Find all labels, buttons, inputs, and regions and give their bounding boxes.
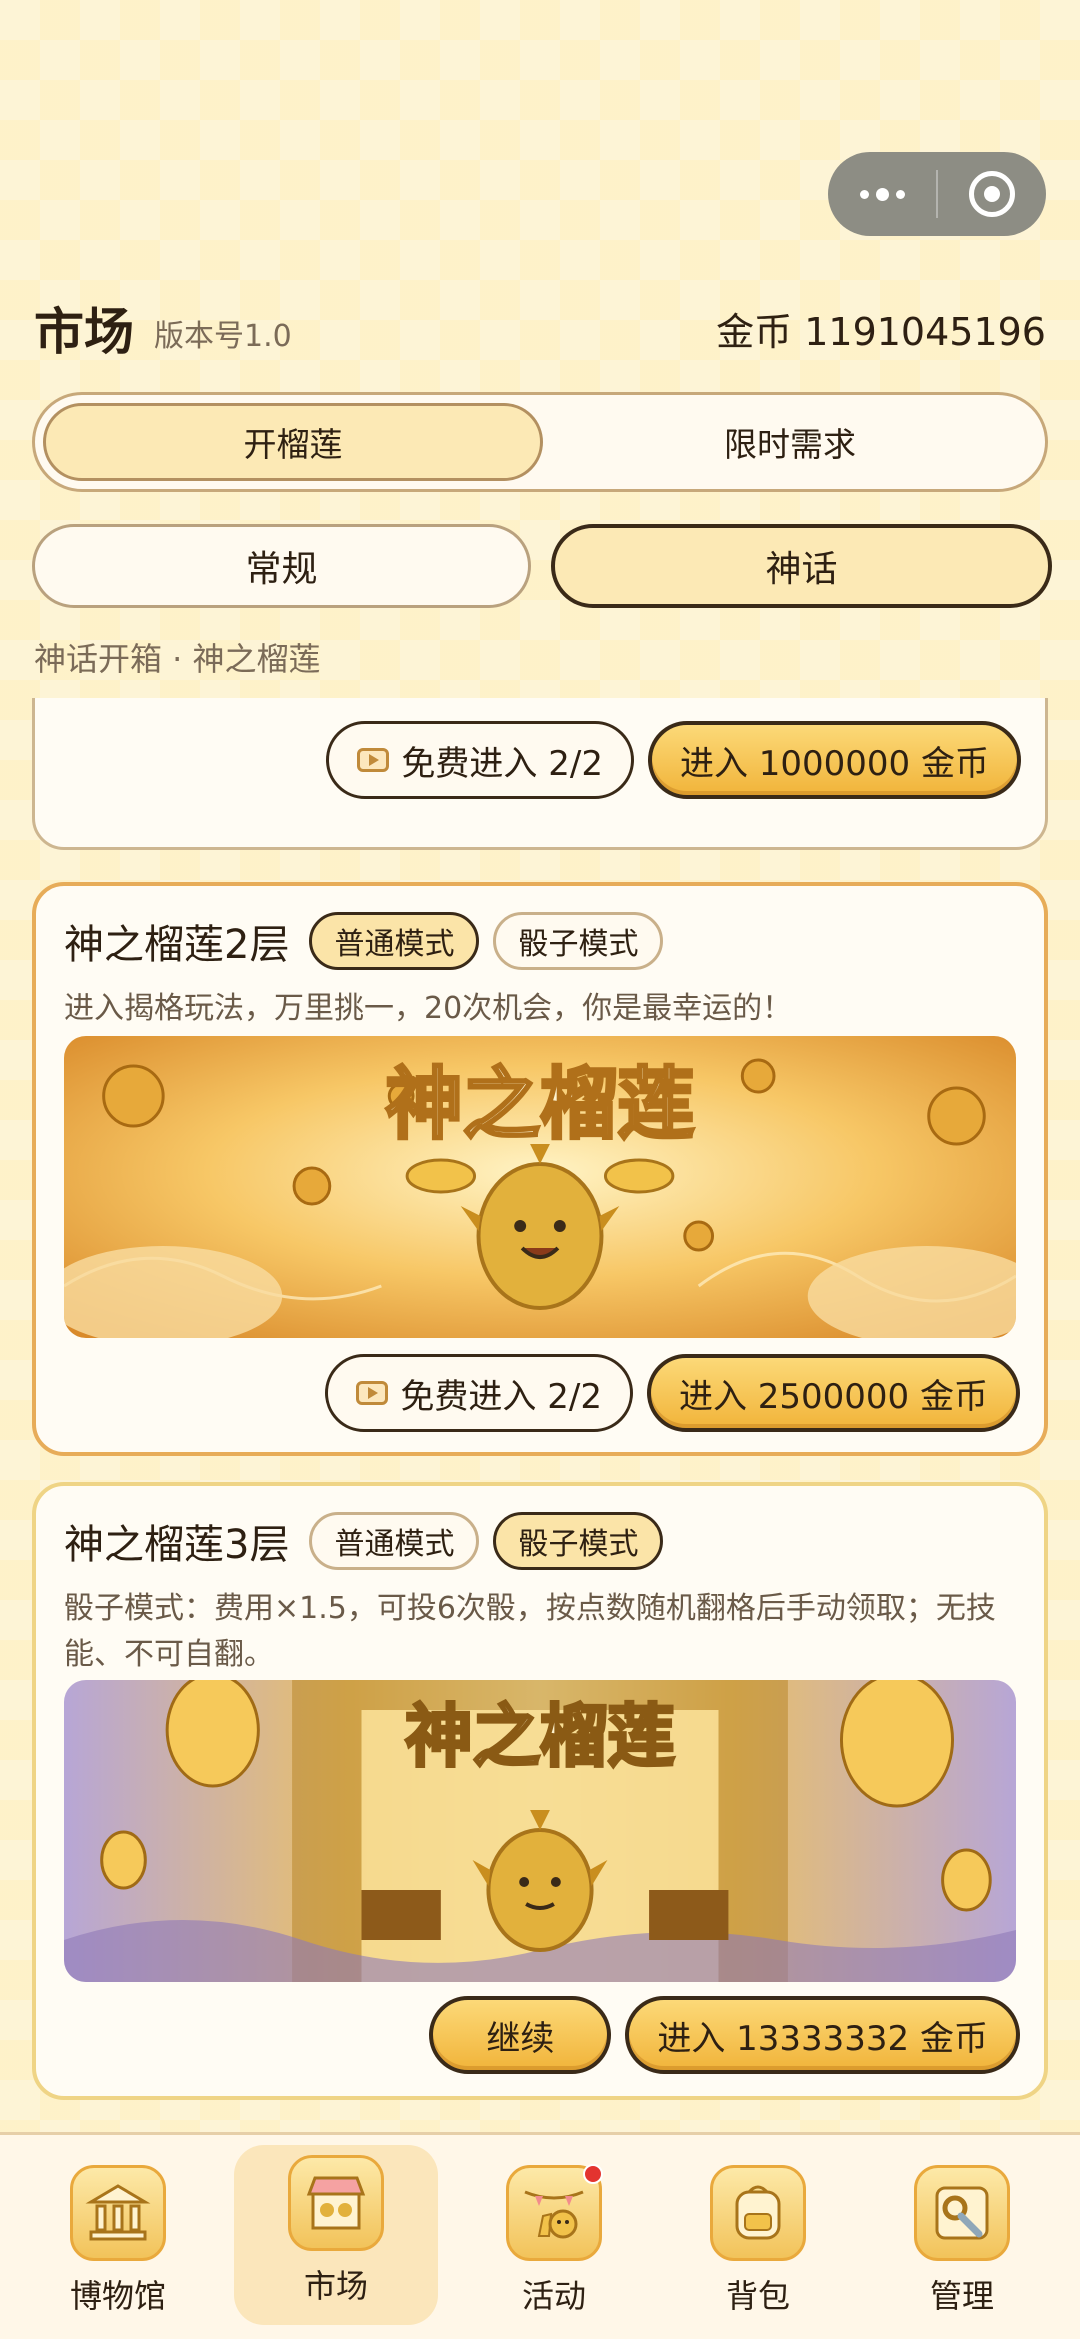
version-label: 版本号1.0 xyxy=(154,319,292,354)
banner-title: 神之榴莲 xyxy=(385,1062,694,1148)
card-banner-image: 神之榴莲 xyxy=(64,1680,1016,1982)
banner-title: 神之榴莲 xyxy=(405,1700,675,1775)
free-enter-button[interactable]: 免费进入 2/2 xyxy=(326,721,634,799)
nav-item-manage[interactable]: 管理 xyxy=(860,2145,1064,2339)
coin-balance: 金币 1191045196 xyxy=(716,309,1046,354)
dice-mode-chip[interactable]: 骰子模式 xyxy=(493,1512,664,1570)
card-title-row: 神之榴莲3层 普通模式 骰子模式 xyxy=(64,1512,664,1570)
nav-label: 活动 xyxy=(521,2277,586,2315)
video-play-icon xyxy=(356,1381,389,1405)
main-tab-bar: 开榴莲 限时需求 xyxy=(32,392,1048,492)
card-description: 骰子模式：费用×1.5，可投6次骰，按点数随机翻格后手动领取；无技能、不可自翻。 xyxy=(64,1591,996,1672)
sub-tab-bar: 常规 神话 xyxy=(32,524,1052,608)
card-title: 神之榴莲2层 xyxy=(64,922,290,968)
free-enter-label: 免费进入 2/2 xyxy=(401,743,603,784)
video-play-icon xyxy=(357,748,390,772)
enter-with-coins-button[interactable]: 进入 2500000 金币 xyxy=(646,1354,1020,1432)
settings-icon xyxy=(914,2165,1010,2261)
card-title: 神之榴莲3层 xyxy=(64,1522,290,1568)
tab-regular[interactable]: 常规 xyxy=(32,524,531,608)
normal-mode-chip[interactable]: 普通模式 xyxy=(309,912,480,970)
card-banner-image: 神之榴莲 xyxy=(64,1036,1016,1338)
continue-button[interactable]: 继续 xyxy=(429,1996,612,2074)
durian-card-3: 神之榴莲3层 普通模式 骰子模式 骰子模式：费用×1.5，可投6次骰，按点数随机… xyxy=(32,1482,1048,2100)
nav-label: 市场 xyxy=(303,2267,368,2305)
card-actions: 继续 进入 13333332 金币 xyxy=(429,1996,1020,2074)
nav-item-event[interactable]: 活动 xyxy=(452,2145,656,2339)
card-actions: 免费进入 2/2 进入 1000000 金币 xyxy=(326,721,1021,799)
page-title: 市场 xyxy=(34,303,134,361)
backpack-icon xyxy=(710,2165,806,2261)
bottom-nav: 博物馆 市场 活动 背包 管理 xyxy=(0,2132,1080,2339)
normal-mode-chip[interactable]: 普通模式 xyxy=(309,1512,480,1570)
durian-card-2: 神之榴莲2层 普通模式 骰子模式 进入揭格玩法，万里挑一，20次机会，你是最幸运… xyxy=(32,882,1048,1456)
close-miniprogram-icon[interactable] xyxy=(938,171,1046,217)
card-title-row: 神之榴莲2层 普通模式 骰子模式 xyxy=(64,912,664,970)
nav-label: 背包 xyxy=(725,2277,790,2315)
museum-icon xyxy=(70,2165,166,2261)
tab-open-durian[interactable]: 开榴莲 xyxy=(43,403,543,481)
durian-card-1: 免费进入 2/2 进入 1000000 金币 xyxy=(32,698,1048,850)
event-icon xyxy=(506,2164,603,2261)
card-description: 进入揭格玩法，万里挑一，20次机会，你是最幸运的！ xyxy=(64,991,793,1026)
nav-label: 管理 xyxy=(929,2277,994,2315)
card-actions: 免费进入 2/2 进入 2500000 金币 xyxy=(325,1354,1020,1432)
tab-limited-demand[interactable]: 限时需求 xyxy=(543,403,1037,481)
dice-mode-chip[interactable]: 骰子模式 xyxy=(493,912,664,970)
notification-badge xyxy=(583,2164,603,2184)
market-stall-icon xyxy=(288,2155,384,2251)
breadcrumb: 神话开箱 · 神之榴莲 xyxy=(34,640,321,678)
nav-label: 博物馆 xyxy=(69,2277,166,2315)
tab-myth[interactable]: 神话 xyxy=(551,524,1052,608)
card-list[interactable]: 免费进入 2/2 进入 1000000 金币 神之榴莲2层 普通模式 骰子模式 … xyxy=(0,698,1080,2132)
free-enter-label: 免费进入 2/2 xyxy=(400,1376,602,1417)
nav-item-market[interactable]: 市场 xyxy=(234,2145,438,2325)
enter-with-coins-button[interactable]: 进入 1000000 金币 xyxy=(647,721,1021,799)
enter-with-coins-button[interactable]: 进入 13333332 金币 xyxy=(625,1996,1020,2074)
free-enter-button[interactable]: 免费进入 2/2 xyxy=(325,1354,633,1432)
nav-item-backpack[interactable]: 背包 xyxy=(656,2145,860,2339)
nav-item-museum[interactable]: 博物馆 xyxy=(16,2145,220,2339)
more-icon[interactable] xyxy=(828,187,936,201)
page-header: 市场 版本号1.0 金币 1191045196 xyxy=(34,290,1046,366)
miniprogram-capsule xyxy=(828,152,1046,236)
